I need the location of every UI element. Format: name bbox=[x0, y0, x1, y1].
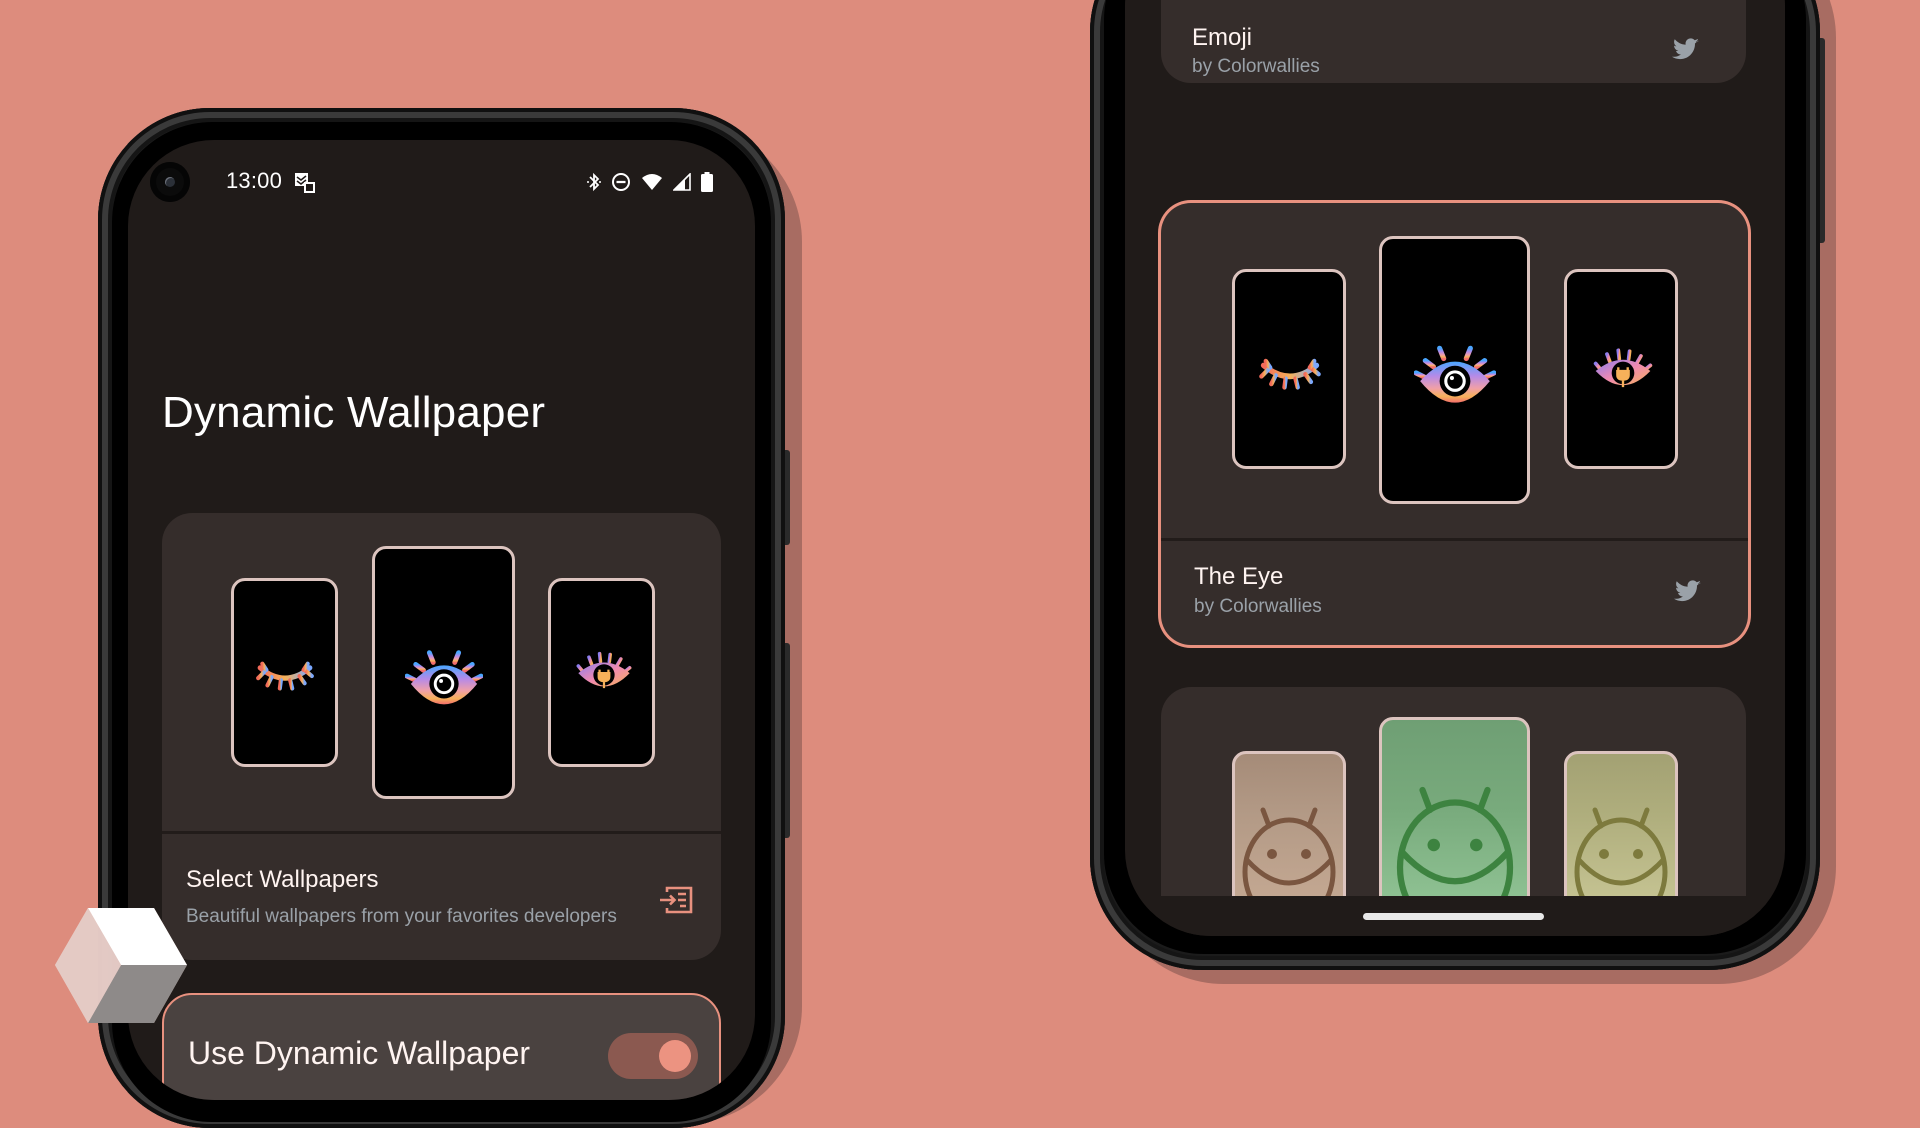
closed-eye-wallpaper bbox=[1232, 269, 1346, 469]
closed-eye-wallpaper bbox=[231, 578, 338, 767]
plug-eye-wallpaper bbox=[548, 578, 655, 767]
select-wallpapers-subtitle: Beautiful wallpapers from your favorites… bbox=[186, 906, 617, 927]
select-wallpapers-card[interactable]: Select Wallpapers Beautiful wallpapers f… bbox=[162, 513, 721, 960]
wifi-icon bbox=[641, 173, 663, 191]
do-not-disturb-icon bbox=[611, 172, 631, 192]
select-wallpapers-title: Select Wallpapers bbox=[186, 866, 379, 893]
plug-eye-icon bbox=[573, 651, 635, 697]
wallpaper-card-emoji[interactable]: Emoji by Colorwallies bbox=[1161, 0, 1746, 83]
open-eye-icon bbox=[1414, 336, 1496, 504]
screenshot-notification-icon bbox=[295, 173, 315, 193]
use-dynamic-wallpaper-label: Use Dynamic Wallpaper bbox=[188, 1035, 531, 1071]
toggle-knob bbox=[659, 1040, 691, 1072]
wallpaper-preview bbox=[162, 513, 721, 831]
twitter-icon[interactable] bbox=[1674, 580, 1702, 604]
wallpaper-card-the-eye[interactable]: The Eye by Colorwallies bbox=[1161, 203, 1748, 645]
battery-icon bbox=[701, 172, 713, 192]
wallpaper-name: The Eye bbox=[1194, 563, 1284, 590]
right-phone-screen: Emoji by Colorwallies The Eye by Colorwa… bbox=[1125, 0, 1785, 936]
select-wallpapers-icon[interactable] bbox=[659, 886, 693, 914]
use-dynamic-wallpaper-card[interactable]: Use Dynamic Wallpaper bbox=[162, 993, 721, 1100]
android-olive-wallpaper bbox=[1564, 751, 1678, 896]
front-camera bbox=[150, 162, 190, 202]
wallpaper-card-android[interactable] bbox=[1161, 687, 1746, 896]
card-divider bbox=[1161, 538, 1748, 541]
status-bar: 13:00 bbox=[128, 140, 755, 224]
closed-eye-icon bbox=[1257, 350, 1323, 394]
page-title: Dynamic Wallpaper bbox=[162, 388, 546, 437]
wallpaper-author: by Colorwallies bbox=[1192, 56, 1320, 77]
android-icon bbox=[1239, 802, 1339, 896]
android-green-wallpaper bbox=[1379, 717, 1530, 896]
twitter-icon[interactable] bbox=[1672, 38, 1700, 62]
plug-eye-icon bbox=[1590, 348, 1656, 396]
select-wallpapers-footer[interactable]: Select Wallpapers Beautiful wallpapers f… bbox=[162, 834, 721, 960]
plug-eye-wallpaper bbox=[1564, 269, 1678, 469]
cellular-signal-icon bbox=[673, 173, 691, 191]
dynamic-wallpaper-toggle[interactable] bbox=[608, 1033, 698, 1079]
wallpaper-preview bbox=[1161, 203, 1748, 538]
open-eye-icon bbox=[405, 641, 483, 799]
open-eye-wallpaper bbox=[372, 546, 515, 799]
wallpaper-name: Emoji bbox=[1192, 24, 1253, 51]
cube-logo-icon bbox=[55, 908, 187, 1023]
android-icon bbox=[1388, 780, 1522, 896]
closed-eye-icon bbox=[254, 653, 316, 695]
status-time: 13:00 bbox=[226, 168, 283, 193]
left-phone-screen: 13:00 Dynamic Wallpaper Select Wallpaper… bbox=[128, 140, 755, 1100]
home-indicator[interactable] bbox=[1363, 913, 1544, 920]
android-icon bbox=[1571, 802, 1671, 896]
android-brown-wallpaper bbox=[1232, 751, 1346, 896]
open-eye-wallpaper bbox=[1379, 236, 1530, 504]
wallpaper-author: by Colorwallies bbox=[1194, 596, 1322, 617]
bluetooth-icon bbox=[587, 172, 601, 192]
